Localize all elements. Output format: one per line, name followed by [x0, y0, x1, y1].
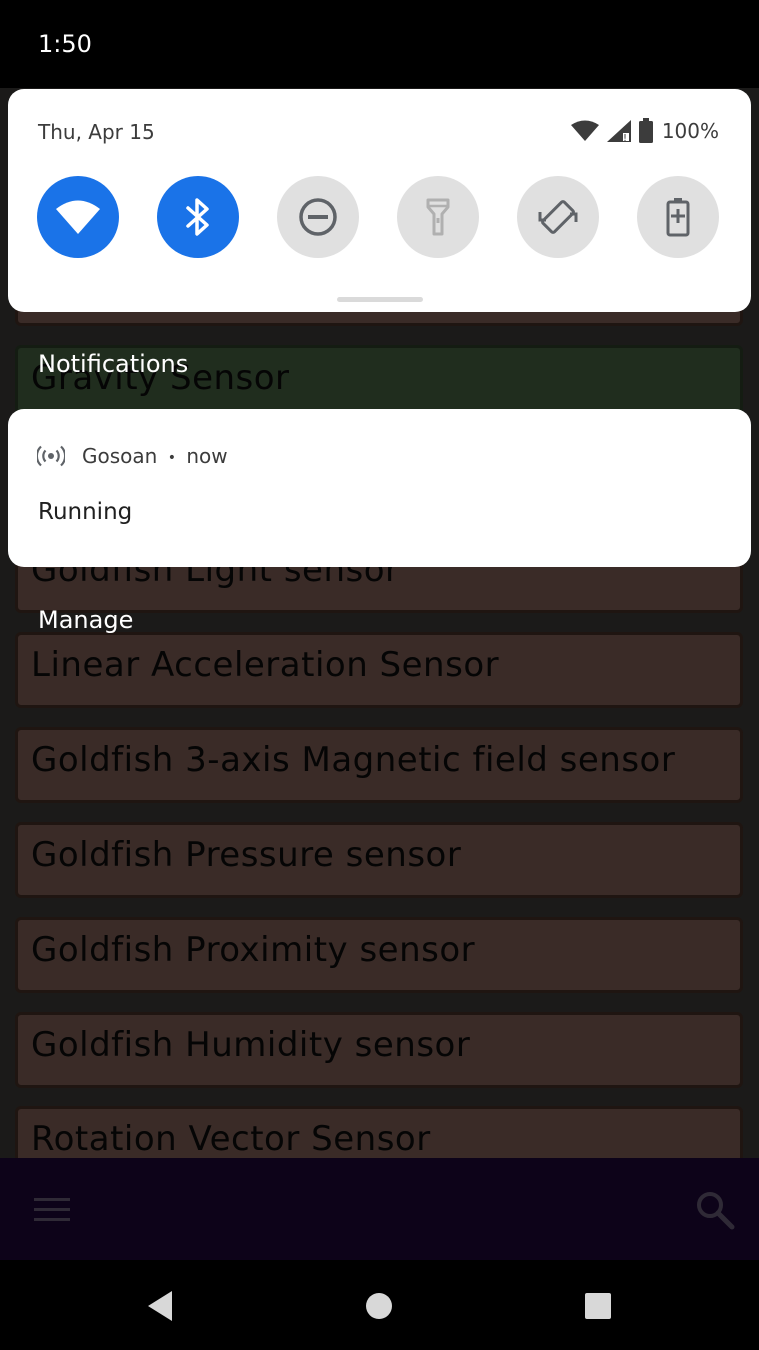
sensor-card: Goldfish Pressure sensor [15, 822, 743, 898]
navigation-bar [0, 1260, 759, 1350]
auto-rotate-icon [538, 200, 578, 234]
do-not-disturb-icon [299, 198, 337, 236]
quick-settings-panel: Thu, Apr 15 ! 100% [8, 89, 751, 312]
sensor-label: Goldfish Pressure sensor [31, 835, 462, 875]
wifi-tile[interactable] [37, 176, 119, 258]
bluetooth-icon [186, 198, 209, 236]
battery-percent: 100% [661, 119, 719, 143]
menu-icon[interactable] [34, 1197, 70, 1223]
notification-card[interactable]: Gosoan • now Running [8, 409, 751, 567]
notifications-header: Notifications [38, 350, 189, 378]
auto-rotate-tile[interactable] [517, 176, 599, 258]
wifi-icon [56, 200, 100, 234]
wifi-signal-icon [570, 120, 599, 141]
qs-date[interactable]: Thu, Apr 15 [38, 120, 155, 144]
qs-status-icons: ! 100% [570, 117, 719, 145]
notification-app-name: Gosoan [82, 444, 158, 468]
battery-saver-icon [666, 198, 690, 237]
back-icon[interactable] [146, 1290, 174, 1322]
sensor-card: Goldfish Proximity sensor [15, 917, 743, 993]
sensor-label: Goldfish Proximity sensor [31, 930, 476, 970]
battery-saver-tile[interactable] [637, 176, 719, 258]
bottom-app-bar [0, 1158, 759, 1260]
flashlight-tile[interactable] [397, 176, 479, 258]
sensor-card: Goldfish Humidity sensor [15, 1012, 743, 1088]
sensor-label: Goldfish 3-axis Magnetic field sensor [31, 740, 676, 780]
do-not-disturb-tile[interactable] [277, 176, 359, 258]
manage-notifications-button[interactable]: Manage [38, 606, 133, 634]
recents-icon[interactable] [584, 1292, 612, 1320]
svg-text:!: ! [623, 133, 627, 143]
bluetooth-tile[interactable] [157, 176, 239, 258]
battery-icon [638, 118, 653, 143]
sensor-card: Linear Acceleration Sensor [15, 632, 743, 708]
notification-meta: Gosoan • now [82, 444, 228, 468]
qs-drag-handle[interactable] [337, 297, 423, 302]
home-icon[interactable] [365, 1292, 393, 1320]
sensor-label: Rotation Vector Sensor [31, 1119, 431, 1159]
notification-separator: • [167, 449, 176, 466]
notification-time: now [186, 444, 228, 468]
sensor-label: Goldfish Humidity sensor [31, 1025, 471, 1065]
notification-title: Running [38, 499, 133, 525]
search-icon[interactable] [695, 1190, 735, 1230]
status-clock: 1:50 [38, 30, 92, 58]
status-bar: 1:50 [0, 0, 759, 88]
flashlight-icon [426, 198, 450, 236]
cell-signal-icon: ! [606, 120, 631, 143]
sensor-label: Linear Acceleration Sensor [31, 645, 500, 685]
broadcast-icon [37, 445, 65, 467]
sensor-card: Goldfish 3-axis Magnetic field sensor [15, 727, 743, 803]
